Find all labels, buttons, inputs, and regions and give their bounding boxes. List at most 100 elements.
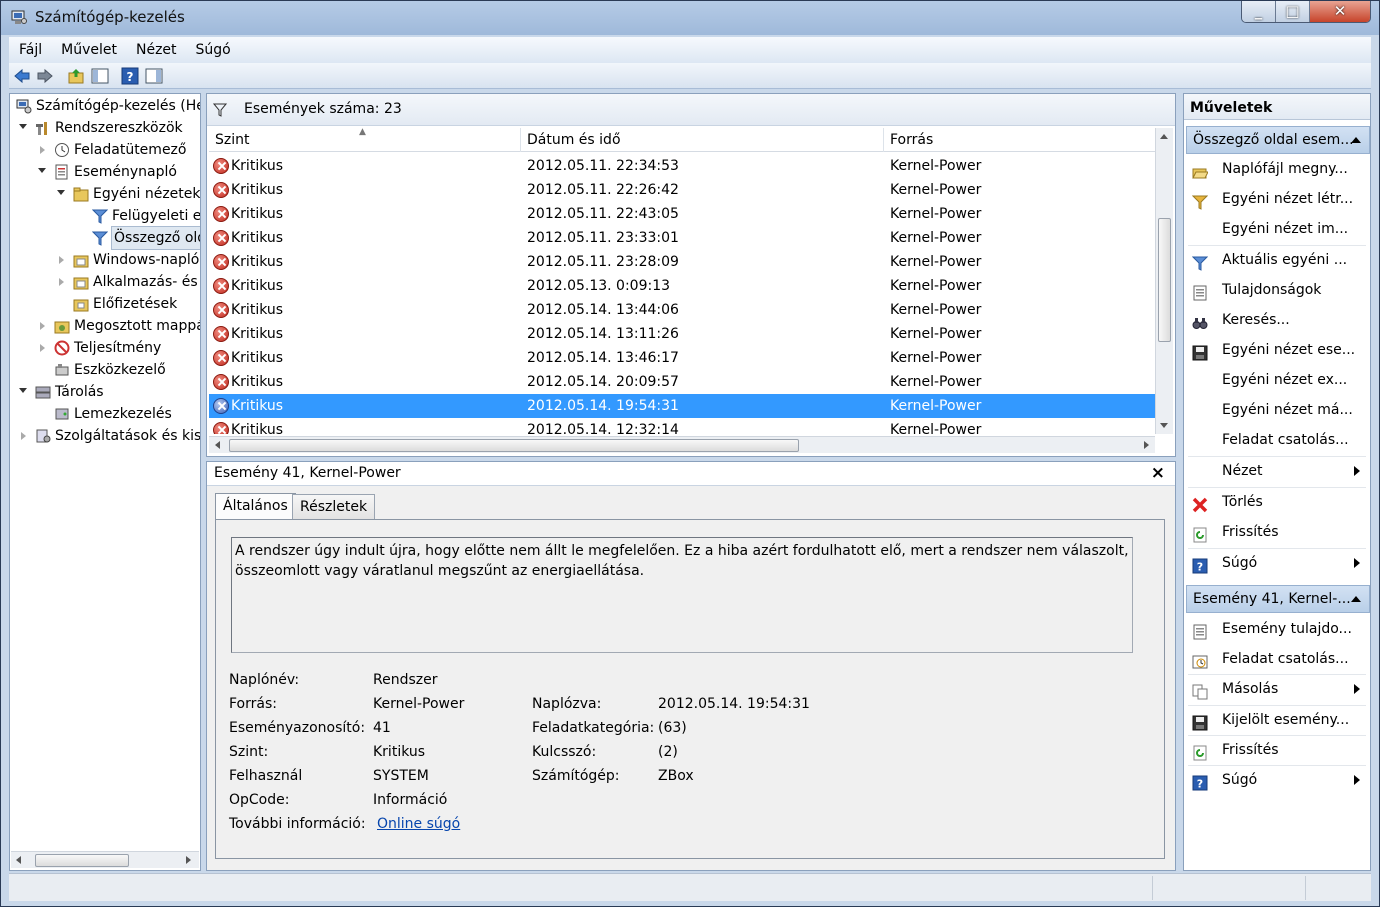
show-tree-icon[interactable] bbox=[91, 67, 109, 85]
scroll-left-icon[interactable] bbox=[215, 441, 220, 449]
action-item[interactable]: Kijelölt esemény... bbox=[1184, 705, 1370, 735]
action-item[interactable]: ? Súgó bbox=[1184, 765, 1370, 795]
menu-help[interactable]: Súgó bbox=[186, 42, 240, 58]
tree-item[interactable]: Megosztott mappá bbox=[10, 315, 200, 337]
submenu-arrow-icon bbox=[1354, 558, 1360, 568]
collapsed-arrow-icon[interactable] bbox=[21, 432, 26, 440]
tree-item[interactable]: Egyéni nézetek bbox=[10, 183, 200, 205]
scroll-down-icon[interactable] bbox=[1160, 423, 1168, 428]
scroll-thumb[interactable] bbox=[35, 854, 129, 867]
row-datetime: 2012.05.14. 13:11:26 bbox=[527, 326, 679, 342]
collapsed-arrow-icon[interactable] bbox=[59, 278, 64, 286]
actions-section-header[interactable]: Összegző oldal esem... bbox=[1186, 126, 1370, 154]
action-item[interactable]: Frissítés bbox=[1184, 735, 1370, 765]
online-help-link[interactable]: Online súgó bbox=[377, 816, 460, 832]
expanded-arrow-icon[interactable] bbox=[38, 168, 46, 173]
collapsed-arrow-icon[interactable] bbox=[59, 256, 64, 264]
expanded-arrow-icon[interactable] bbox=[19, 388, 27, 393]
tree-item[interactable]: Alkalmazás- és s bbox=[10, 271, 200, 293]
table-row[interactable]: Kritikus 2012.05.11. 22:43:05 Kernel-Power bbox=[209, 202, 1155, 226]
actions-section-header[interactable]: Esemény 41, Kernel-... bbox=[1186, 585, 1370, 613]
close-button[interactable]: ✕ bbox=[1310, 1, 1370, 22]
scroll-up-icon[interactable] bbox=[1160, 134, 1168, 139]
back-arrow-icon[interactable] bbox=[13, 67, 31, 85]
scroll-thumb[interactable] bbox=[1158, 218, 1171, 342]
field-value: SYSTEM bbox=[373, 768, 429, 784]
row-source: Kernel-Power bbox=[890, 302, 982, 318]
title-bar[interactable]: Számítógép-kezelés _ □ ✕ bbox=[1, 1, 1379, 35]
tree-item[interactable]: Windows-napló bbox=[10, 249, 200, 271]
menu-action[interactable]: Művelet bbox=[51, 42, 126, 58]
action-item[interactable]: Feladat csatolás... bbox=[1184, 425, 1370, 455]
tab-general[interactable]: Általános bbox=[215, 493, 296, 521]
close-detail-icon[interactable]: × bbox=[1151, 463, 1165, 483]
events-vertical-scrollbar[interactable] bbox=[1155, 128, 1173, 434]
tree-item[interactable]: Felügyeleti es bbox=[10, 205, 200, 227]
table-row[interactable]: Kritikus 2012.05.14. 12:32:14 Kernel-Power bbox=[209, 418, 1155, 434]
expanded-arrow-icon[interactable] bbox=[19, 124, 27, 129]
action-item[interactable]: Frissítés bbox=[1184, 517, 1370, 547]
action-item[interactable]: Tulajdonságok bbox=[1184, 275, 1370, 305]
tree-item[interactable]: Előfizetések bbox=[10, 293, 200, 315]
table-row[interactable]: Kritikus 2012.05.14. 13:11:26 Kernel-Power bbox=[209, 322, 1155, 346]
forward-arrow-icon[interactable] bbox=[36, 67, 54, 85]
collapse-up-icon[interactable] bbox=[1351, 596, 1361, 602]
column-datetime[interactable]: Dátum és idő bbox=[521, 128, 884, 152]
menu-file[interactable]: Fájl bbox=[9, 42, 51, 58]
tree-item[interactable]: Tárolás bbox=[10, 381, 200, 403]
tree-item[interactable]: Eszközkezelő bbox=[10, 359, 200, 381]
tree-item[interactable]: Teljesítmény bbox=[10, 337, 200, 359]
expanded-arrow-icon[interactable] bbox=[57, 190, 65, 195]
table-row[interactable]: Kritikus 2012.05.11. 23:33:01 Kernel-Power bbox=[209, 226, 1155, 250]
tree-item[interactable]: Lemezkezelés bbox=[10, 403, 200, 425]
maximize-button[interactable]: □ bbox=[1276, 1, 1310, 22]
action-item[interactable]: Naplófájl megny... bbox=[1184, 154, 1370, 184]
up-folder-icon[interactable] bbox=[67, 67, 85, 85]
scroll-thumb[interactable] bbox=[229, 439, 799, 452]
table-row[interactable]: Kritikus 2012.05.14. 20:09:57 Kernel-Power bbox=[209, 370, 1155, 394]
tree-horizontal-scrollbar[interactable] bbox=[11, 851, 199, 868]
tree-item[interactable]: Feladatütemező bbox=[10, 139, 200, 161]
collapse-up-icon[interactable] bbox=[1351, 137, 1361, 143]
table-row[interactable]: Kritikus 2012.05.11. 22:26:42 Kernel-Power bbox=[209, 178, 1155, 202]
action-item[interactable]: Másolás bbox=[1184, 674, 1370, 704]
table-row[interactable]: Kritikus 2012.05.14. 19:54:31 Kernel-Power bbox=[209, 394, 1155, 418]
scroll-right-icon[interactable] bbox=[1144, 441, 1149, 449]
tree-item[interactable]: Rendszereszközök bbox=[10, 117, 200, 139]
action-item[interactable]: Egyéni nézet ese... bbox=[1184, 335, 1370, 365]
action-item[interactable]: Keresés... bbox=[1184, 305, 1370, 335]
show-action-pane-icon[interactable] bbox=[145, 67, 163, 85]
minimize-button[interactable]: _ bbox=[1242, 1, 1276, 22]
tree-item[interactable]: Eseménynapló bbox=[10, 161, 200, 183]
events-horizontal-scrollbar[interactable] bbox=[209, 436, 1155, 453]
action-item[interactable]: Nézet bbox=[1184, 456, 1370, 486]
tree-item[interactable]: Számítógép-kezelés (He bbox=[10, 95, 200, 117]
table-row[interactable]: Kritikus 2012.05.14. 13:46:17 Kernel-Power bbox=[209, 346, 1155, 370]
table-row[interactable]: Kritikus 2012.05.11. 23:28:09 Kernel-Power bbox=[209, 250, 1155, 274]
action-item[interactable]: Egyéni nézet má... bbox=[1184, 395, 1370, 425]
collapsed-arrow-icon[interactable] bbox=[40, 146, 45, 154]
tab-details[interactable]: Részletek bbox=[292, 494, 376, 520]
tree-item[interactable]: Összegző old bbox=[10, 226, 200, 250]
tree-item[interactable]: Szolgáltatások és kisz bbox=[10, 425, 200, 447]
scroll-right-icon[interactable] bbox=[186, 856, 191, 864]
action-item[interactable]: Egyéni nézet im... bbox=[1184, 214, 1370, 244]
collapsed-arrow-icon[interactable] bbox=[40, 344, 45, 352]
column-level[interactable]: Szint ▲ bbox=[209, 127, 521, 152]
action-item[interactable]: Feladat csatolás... bbox=[1184, 644, 1370, 674]
action-item[interactable]: Egyéni nézet létr... bbox=[1184, 184, 1370, 214]
collapsed-arrow-icon[interactable] bbox=[40, 322, 45, 330]
action-item[interactable]: ? Súgó bbox=[1184, 548, 1370, 578]
action-item[interactable]: Aktuális egyéni ... bbox=[1184, 245, 1370, 275]
table-row[interactable]: Kritikus 2012.05.14. 13:44:06 Kernel-Power bbox=[209, 298, 1155, 322]
table-row[interactable]: Kritikus 2012.05.11. 22:34:53 Kernel-Power bbox=[209, 154, 1155, 178]
menu-view[interactable]: Nézet bbox=[126, 42, 186, 58]
column-source[interactable]: Forrás bbox=[884, 128, 1155, 152]
table-row[interactable]: Kritikus 2012.05.13. 0:09:13 Kernel-Power bbox=[209, 274, 1155, 298]
action-item[interactable]: Törlés bbox=[1184, 487, 1370, 517]
action-item[interactable]: Esemény tulajdo... bbox=[1184, 614, 1370, 644]
help-icon[interactable]: ? bbox=[121, 67, 139, 85]
action-item[interactable]: Egyéni nézet ex... bbox=[1184, 365, 1370, 395]
event-message[interactable]: A rendszer úgy indult újra, hogy előtte … bbox=[231, 537, 1133, 653]
scroll-left-icon[interactable] bbox=[16, 856, 21, 864]
